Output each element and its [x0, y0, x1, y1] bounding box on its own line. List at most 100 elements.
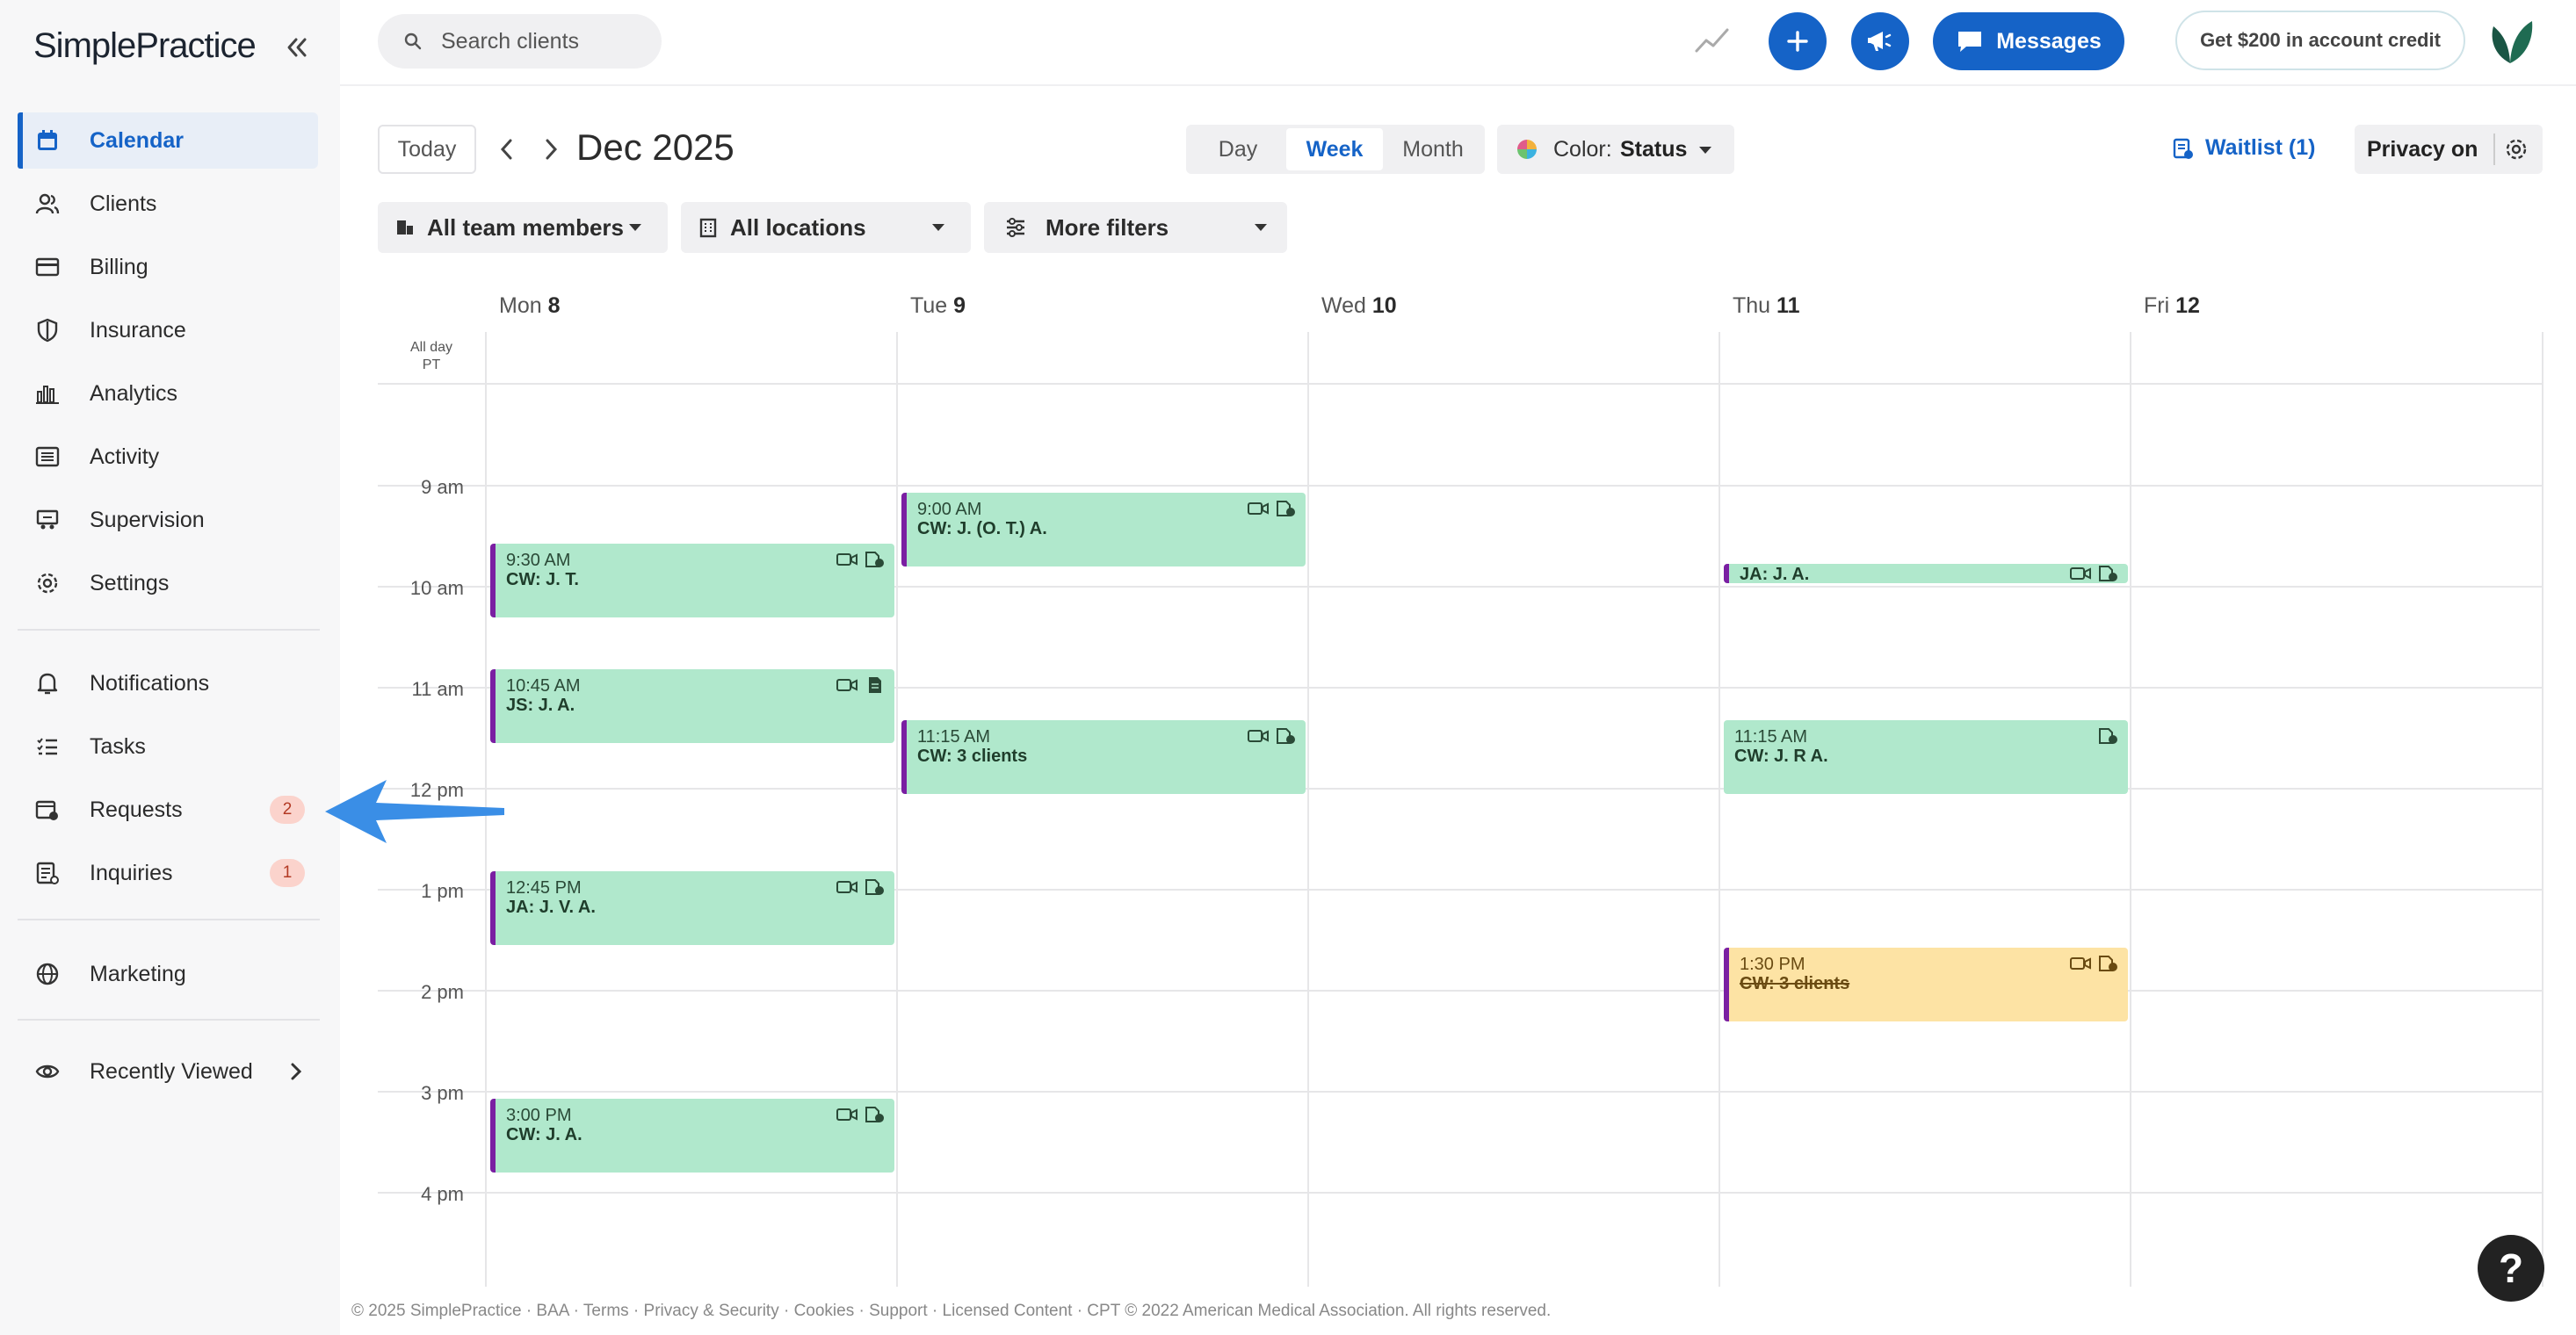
- time-label: 10 am: [409, 577, 464, 599]
- color-by-value: Status: [1620, 136, 1688, 162]
- sidebar-divider: [18, 1019, 320, 1021]
- event-icons: [1248, 727, 1297, 745]
- locations-filter[interactable]: All locations: [681, 202, 971, 253]
- globe-icon: [36, 963, 59, 985]
- event-icons: [836, 1106, 886, 1123]
- chevron-down-icon: [932, 224, 944, 231]
- team-filter-label: All team members: [427, 213, 624, 241]
- sidebar-item-clients[interactable]: Clients: [18, 176, 318, 232]
- sidebar-item-label: Activity: [90, 444, 160, 469]
- sidebar-item-label: Clients: [90, 191, 157, 216]
- event-title: CW: J. A.: [506, 1125, 582, 1144]
- day-header-thu[interactable]: Thu 11: [1733, 293, 1799, 319]
- sidebar-item-label: Tasks: [90, 733, 146, 759]
- sidebar-item-activity[interactable]: Activity: [18, 429, 318, 485]
- hour-line: [378, 990, 2543, 992]
- hour-line: [378, 1091, 2543, 1093]
- sidebar-item-settings[interactable]: Settings: [18, 555, 318, 611]
- event-time: 1:30 PM: [1740, 955, 1805, 974]
- sidebar-item-supervision[interactable]: Supervision: [18, 492, 318, 548]
- account-credit-button[interactable]: Get $200 in account credit: [2175, 11, 2465, 70]
- search-input[interactable]: Search clients: [378, 14, 662, 69]
- sidebar-item-insurance[interactable]: Insurance: [18, 302, 318, 358]
- client-portal-icon: [1277, 728, 1295, 744]
- event-title: JA: J. A.: [1740, 565, 1810, 583]
- sidebar-item-calendar[interactable]: Calendar: [18, 112, 318, 169]
- view-switcher: Day Week Month: [1186, 125, 1485, 174]
- sidebar-item-recently-viewed[interactable]: Recently Viewed: [18, 1043, 318, 1100]
- more-filters-button[interactable]: More filters: [984, 202, 1287, 253]
- appointment-event[interactable]: 3:00 PM CW: J. A.: [490, 1099, 894, 1173]
- create-new-button[interactable]: [1769, 12, 1827, 70]
- day-header-tue[interactable]: Tue 9: [910, 293, 966, 319]
- view-week-button[interactable]: Week: [1286, 128, 1383, 170]
- event-time: 12:45 PM: [506, 878, 582, 898]
- messages-label: Messages: [1996, 28, 2102, 54]
- collapse-sidebar-icon[interactable]: [281, 32, 313, 63]
- view-day-button[interactable]: Day: [1191, 128, 1284, 170]
- appointment-event[interactable]: 11:15 AM CW: J. R A.: [1724, 720, 2128, 794]
- chat-bubble-icon: [1958, 32, 1982, 52]
- week-calendar-grid: Mon 8 Tue 9 Wed 10 Thu 11 Fri 12 All day…: [378, 281, 2543, 1287]
- sidebar-item-requests[interactable]: Requests 2: [18, 782, 318, 838]
- account-avatar-leaf-icon[interactable]: [2485, 16, 2536, 67]
- shield-icon: [37, 318, 58, 343]
- trend-icon[interactable]: [1694, 23, 1731, 58]
- appointment-event[interactable]: 11:15 AM CW: 3 clients: [901, 720, 1306, 794]
- previous-week-button[interactable]: [494, 135, 520, 163]
- chevron-right-icon: [291, 1063, 302, 1080]
- client-portal-icon: [865, 1107, 884, 1122]
- video-icon: [1248, 730, 1269, 742]
- appointment-event[interactable]: 12:45 PM JA: J. V. A.: [490, 871, 894, 945]
- sidebar-item-tasks[interactable]: Tasks: [18, 718, 318, 775]
- view-month-button[interactable]: Month: [1385, 128, 1481, 170]
- calendar-settings-gear-icon[interactable]: [2504, 137, 2529, 162]
- sidebar-item-notifications[interactable]: Notifications: [18, 655, 318, 711]
- sidebar-divider: [18, 629, 320, 631]
- plus-icon: [1787, 31, 1808, 52]
- event-icons: [836, 551, 886, 568]
- privacy-toggle[interactable]: Privacy on: [2355, 125, 2543, 174]
- requests-calendar-icon: [35, 800, 58, 820]
- waitlist-label: Waitlist (1): [2205, 135, 2316, 160]
- appointment-event[interactable]: 10:45 AM JS: J. A.: [490, 669, 894, 743]
- appointment-event[interactable]: 9:30 AM CW: J. T.: [490, 544, 894, 617]
- event-icons: [836, 878, 886, 896]
- event-icons: [2098, 727, 2119, 745]
- video-icon: [836, 679, 857, 691]
- appointment-event[interactable]: 9:00 AM CW: J. (O. T.) A.: [901, 493, 1306, 566]
- waitlist-link[interactable]: Waitlist (1): [2172, 135, 2315, 161]
- sidebar-item-billing[interactable]: Billing: [18, 239, 318, 295]
- eye-icon: [35, 1064, 60, 1079]
- sidebar-item-label: Requests: [90, 797, 183, 822]
- billing-card-icon: [35, 257, 60, 277]
- color-wheel-icon: [1517, 140, 1537, 159]
- sidebar-item-inquiries[interactable]: Inquiries 1: [18, 845, 318, 901]
- annotation-arrow-icon: [325, 780, 504, 843]
- gear-icon: [37, 573, 58, 594]
- messages-button[interactable]: Messages: [1933, 12, 2124, 70]
- sidebar-item-label: Insurance: [90, 317, 186, 343]
- brand-logo[interactable]: SimplePractice: [33, 26, 257, 66]
- appointment-event[interactable]: JA: J. A.: [1724, 564, 2128, 583]
- day-header-wed[interactable]: Wed 10: [1321, 293, 1397, 319]
- announcements-button[interactable]: [1851, 12, 1909, 70]
- next-week-button[interactable]: [538, 135, 564, 163]
- sidebar-item-label: Marketing: [90, 961, 186, 986]
- sidebar-item-label: Supervision: [90, 507, 205, 532]
- sidebar-item-analytics[interactable]: Analytics: [18, 365, 318, 422]
- help-button[interactable]: ?: [2478, 1235, 2544, 1302]
- color-by-dropdown[interactable]: Color: Status: [1497, 125, 1734, 174]
- event-time: 9:30 AM: [506, 551, 571, 570]
- topbar-divider: [340, 84, 2576, 86]
- sidebar-item-marketing[interactable]: Marketing: [18, 946, 318, 1002]
- video-icon: [836, 553, 857, 566]
- event-title: JA: J. V. A.: [506, 898, 596, 917]
- today-button[interactable]: Today: [378, 125, 476, 174]
- event-title: CW: 3 clients: [917, 747, 1028, 766]
- cancelled-appointment-event[interactable]: 1:30 PM CW: 3 clients: [1724, 948, 2128, 1021]
- day-header-mon[interactable]: Mon 8: [499, 293, 561, 319]
- day-header-fri[interactable]: Fri 12: [2144, 293, 2200, 319]
- privacy-label: Privacy on: [2367, 137, 2478, 162]
- team-members-filter[interactable]: All team members: [378, 202, 668, 253]
